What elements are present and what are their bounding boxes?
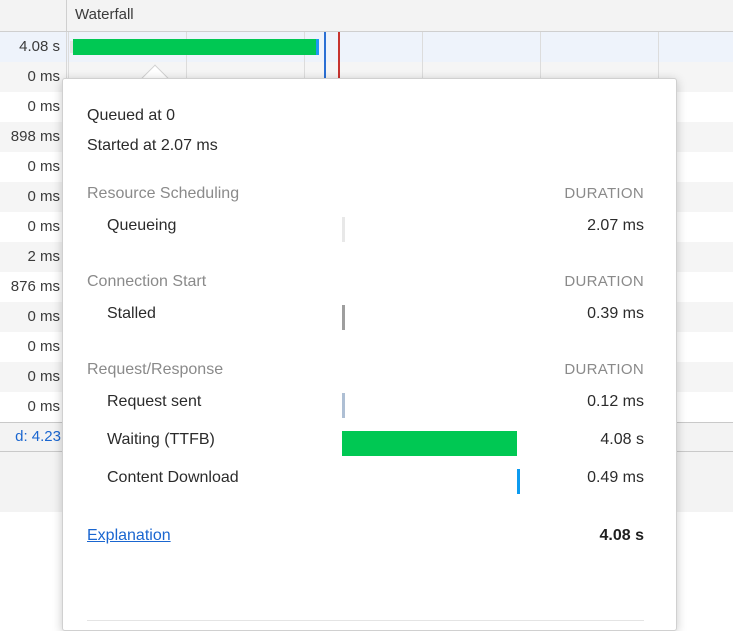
timing-row-label: Request sent <box>107 393 202 410</box>
timing-row-track <box>342 211 554 249</box>
timing-row: Content Download 0.49 ms <box>87 463 644 501</box>
timing-row: Stalled 0.39 ms <box>87 299 644 337</box>
timing-group: Resource Scheduling DURATION Queueing 2.07 … <box>87 185 644 249</box>
timing-row-track <box>342 299 554 337</box>
waterfall-column-header[interactable]: Waterfall <box>75 6 134 23</box>
timing-row-bar <box>342 305 345 330</box>
timing-group: Request/Response DURATION Request sent 0.12… <box>87 361 644 501</box>
timing-row-bar <box>342 393 345 418</box>
timing-row-label: Queueing <box>107 217 177 234</box>
timing-row-bar <box>342 431 517 456</box>
timing-row-label: Content Download <box>107 469 239 486</box>
dom-content-loaded-marker <box>324 32 326 62</box>
row-time-value: 0 ms <box>0 392 67 422</box>
row-time-value: 898 ms <box>0 122 67 152</box>
timing-group-title: Request/Response DURATION <box>87 361 644 387</box>
timing-row: Queueing 2.07 ms <box>87 211 644 249</box>
timing-row-duration: 4.08 s <box>600 431 644 448</box>
timing-group: Connection Start DURATION Stalled 0.39 ms <box>87 273 644 337</box>
started-at-text: Started at 2.07 ms <box>87 137 218 154</box>
timing-row-label: Waiting (TTFB) <box>107 431 215 448</box>
timing-row-track <box>342 463 554 501</box>
timing-row-label: Stalled <box>107 305 156 322</box>
timing-row-duration: 0.39 ms <box>587 305 644 322</box>
timing-group-title-text: Connection Start <box>87 273 207 290</box>
timing-row: Waiting (TTFB) 4.08 s <box>87 425 644 463</box>
row-time-value: 0 ms <box>0 332 67 362</box>
timing-row-track <box>342 387 554 425</box>
request-timing-tooltip: Queued at 0 Started at 2.07 ms Resource … <box>62 78 677 631</box>
row-time-value: 0 ms <box>0 302 67 332</box>
load-event-marker <box>338 32 340 62</box>
explanation-link[interactable]: Explanation <box>87 527 171 545</box>
timing-row-track <box>342 425 554 463</box>
tooltip-bottom-divider <box>87 620 644 621</box>
panel-header: Waterfall <box>0 0 733 32</box>
network-waterfall-panel: Waterfall 4.08 s0 ms 0 ms 898 ms 0 ms 0 ms 0 … <box>0 0 733 631</box>
timing-row: Request sent 0.12 ms <box>87 387 644 425</box>
time-column-header[interactable] <box>0 0 67 31</box>
timing-group-title-text: Resource Scheduling <box>87 185 240 202</box>
timing-group-title: Connection Start DURATION <box>87 273 644 299</box>
waterfall-bar-download <box>316 39 319 55</box>
waterfall-gridline <box>540 32 541 62</box>
row-time-value: 0 ms <box>0 212 67 242</box>
duration-column-header: DURATION <box>564 185 644 202</box>
total-duration-value: 4.08 s <box>599 527 644 544</box>
summary-load-time: d: 4.23 <box>0 423 67 451</box>
timing-row-duration: 0.12 ms <box>587 393 644 410</box>
timing-group-title-text: Request/Response <box>87 361 224 378</box>
row-waterfall-cell[interactable] <box>68 32 733 62</box>
row-time-value: 0 ms <box>0 182 67 212</box>
row-time-value: 2 ms <box>0 242 67 272</box>
timing-row-duration: 2.07 ms <box>587 217 644 234</box>
waterfall-gridline <box>658 32 659 62</box>
row-time-value: 876 ms <box>0 272 67 302</box>
row-time-value: 0 ms <box>0 62 67 92</box>
timing-row-bar <box>342 217 345 242</box>
waterfall-gridline <box>68 32 69 62</box>
row-time-value: 0 ms <box>0 362 67 392</box>
row-time-value: 0 ms <box>0 152 67 182</box>
timing-group-title: Resource Scheduling DURATION <box>87 185 644 211</box>
timing-row-duration: 0.49 ms <box>587 469 644 486</box>
row-time-value: 0 ms <box>0 92 67 122</box>
row-time-value: 4.08 s <box>0 32 67 62</box>
duration-column-header: DURATION <box>564 273 644 290</box>
waterfall-gridline <box>422 32 423 62</box>
waterfall-bar-waiting <box>73 39 316 55</box>
timing-row-bar <box>517 469 520 494</box>
queued-at-text: Queued at 0 <box>87 107 176 124</box>
table-row[interactable]: 4.08 s <box>0 32 733 62</box>
duration-column-header: DURATION <box>564 361 644 378</box>
tooltip-footer: Explanation 4.08 s <box>87 527 644 561</box>
